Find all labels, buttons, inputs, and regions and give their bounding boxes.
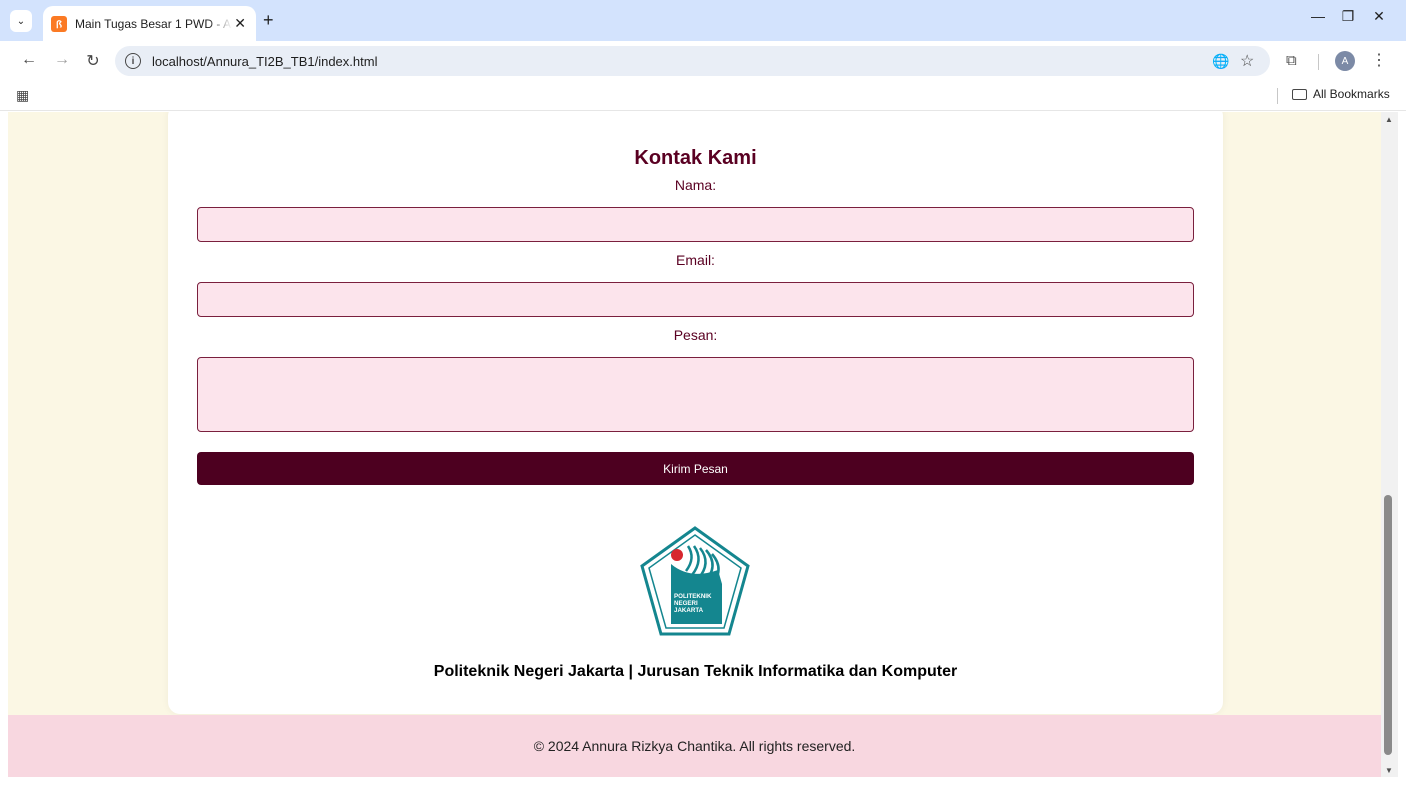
- page-viewport: Kontak Kami Nama: Email: Pesan: Kirim Pe…: [8, 112, 1381, 777]
- logo-text-line-3: JAKARTA: [674, 607, 704, 614]
- minimize-icon[interactable]: —: [1303, 8, 1333, 24]
- apps-grid-icon[interactable]: ▦: [16, 87, 29, 104]
- email-input[interactable]: [197, 282, 1194, 317]
- message-textarea[interactable]: [197, 357, 1194, 432]
- forward-arrow-icon[interactable]: →: [52, 51, 72, 69]
- copyright-text: © 2024 Annura Rizkya Chantika. All right…: [533, 738, 856, 754]
- pnj-logo: POLITEKNIK NEGERI JAKARTA: [640, 526, 750, 636]
- folder-icon: [1292, 88, 1307, 100]
- tab-search-chevron-down-icon[interactable]: ⌄: [10, 10, 32, 32]
- address-url[interactable]: localhost/Annura_TI2B_TB1/index.html: [152, 54, 377, 69]
- name-input[interactable]: [197, 207, 1194, 242]
- browser-toolbar: ← → ↻ i localhost/Annura_TI2B_TB1/index.…: [0, 41, 1406, 81]
- scrollbar-thumb[interactable]: [1384, 495, 1392, 755]
- browser-tabstrip: ⌄ ꟗ Main Tugas Besar 1 PWD - Annura Rizk…: [0, 0, 1406, 41]
- logo-text-line-2: NEGERI: [674, 600, 698, 607]
- profile-avatar[interactable]: A: [1335, 51, 1355, 71]
- contact-card: Kontak Kami Nama: Email: Pesan: Kirim Pe…: [168, 112, 1223, 714]
- scroll-down-arrow-icon[interactable]: ▼: [1385, 766, 1393, 775]
- browser-tab-active[interactable]: ꟗ Main Tugas Besar 1 PWD - Annura Rizkya…: [43, 6, 256, 41]
- bookmark-star-icon[interactable]: ☆: [1240, 51, 1254, 71]
- page-scrollbar[interactable]: ▲ ▼: [1381, 112, 1398, 777]
- reload-icon[interactable]: ↻: [83, 51, 103, 71]
- window-close-icon[interactable]: ✕: [1364, 8, 1394, 25]
- extensions-puzzle-icon[interactable]: ⧉: [1286, 52, 1297, 69]
- message-label: Pesan:: [673, 327, 718, 343]
- institution-caption: Politeknik Negeri Jakarta | Jurusan Tekn…: [433, 663, 958, 680]
- tab-close-icon[interactable]: ✕: [232, 15, 248, 32]
- back-arrow-icon[interactable]: ←: [19, 51, 39, 69]
- bookmarks-divider: [1277, 88, 1278, 104]
- all-bookmarks-button[interactable]: All Bookmarks: [1292, 87, 1390, 101]
- name-label: Nama:: [674, 177, 717, 193]
- all-bookmarks-label: All Bookmarks: [1313, 87, 1390, 101]
- logo-text-line-1: POLITEKNIK: [674, 593, 712, 600]
- send-message-button[interactable]: Kirim Pesan: [197, 452, 1194, 485]
- xampp-favicon-icon: ꟗ: [51, 15, 67, 32]
- address-bar[interactable]: i localhost/Annura_TI2B_TB1/index.html 🌐…: [115, 46, 1270, 76]
- contact-form-title: Kontak Kami: [634, 147, 757, 169]
- translate-icon[interactable]: 🌐: [1212, 53, 1229, 70]
- email-label: Email:: [676, 252, 715, 268]
- toolbar-divider: [1318, 54, 1319, 70]
- new-tab-plus-icon[interactable]: +: [263, 10, 274, 31]
- site-info-icon[interactable]: i: [125, 53, 141, 69]
- restore-icon[interactable]: ❐: [1333, 8, 1363, 25]
- tab-title: Main Tugas Besar 1 PWD - Annura Rizkya C…: [75, 16, 232, 31]
- scroll-up-arrow-icon[interactable]: ▲: [1385, 115, 1393, 124]
- bookmarks-bar: ▦ All Bookmarks: [0, 81, 1406, 111]
- site-footer: © 2024 Annura Rizkya Chantika. All right…: [8, 715, 1381, 777]
- browser-menu-kebab-icon[interactable]: ⋮: [1371, 50, 1387, 70]
